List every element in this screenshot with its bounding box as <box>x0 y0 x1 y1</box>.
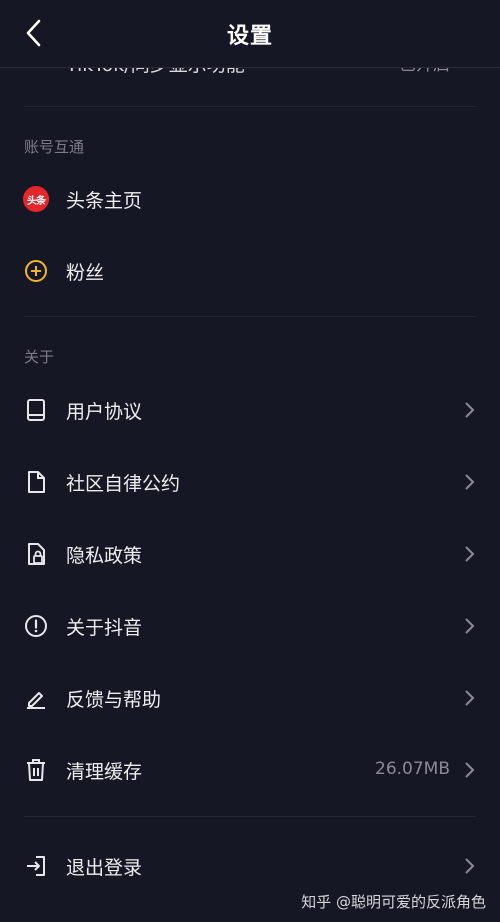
row-label: 退出登录 <box>66 857 143 879</box>
divider <box>24 816 476 817</box>
row-label: 用户协议 <box>66 401 143 423</box>
row-fans[interactable]: 粉丝 <box>0 239 500 303</box>
section-title-account: 账号互通 <box>24 138 85 156</box>
row-label: 头条主页 <box>66 190 143 212</box>
row-user-agreement[interactable]: 用户协议 <box>0 378 500 442</box>
row-clear-cache[interactable]: 清理缓存 26.07MB <box>0 738 500 802</box>
watermark: 知乎 @聪明可爱的反派角色 <box>301 893 486 911</box>
chevron-right-icon <box>465 402 475 418</box>
row-label: 隐私政策 <box>66 545 143 567</box>
toutiao-icon: 头条 <box>22 185 50 213</box>
row-label: 清理缓存 <box>66 761 143 783</box>
top-bar: 设置 <box>0 0 500 68</box>
cache-size: 26.07MB <box>375 759 450 779</box>
row-toutiao-homepage[interactable]: 头条 头条主页 <box>0 167 500 231</box>
row-about-douyin[interactable]: 关于抖音 <box>0 594 500 658</box>
privacy-lock-icon <box>22 540 50 568</box>
pencil-icon <box>22 684 50 712</box>
row-label: 反馈与帮助 <box>66 689 162 711</box>
chevron-right-icon <box>465 474 475 490</box>
row-label: 关于抖音 <box>66 617 143 639</box>
divider <box>24 106 476 107</box>
fans-icon <box>22 257 50 285</box>
row-community-guidelines[interactable]: 社区自律公约 <box>0 450 500 514</box>
row-label: 粉丝 <box>66 262 105 284</box>
book-icon <box>22 396 50 424</box>
chevron-right-icon <box>465 618 475 634</box>
toutiao-badge: 头条 <box>23 186 49 212</box>
logout-icon <box>22 852 50 880</box>
row-feedback-help[interactable]: 反馈与帮助 <box>0 666 500 730</box>
row-label: 社区自律公约 <box>66 473 181 495</box>
chevron-right-icon <box>465 690 475 706</box>
row-privacy-policy[interactable]: 隐私政策 <box>0 522 500 586</box>
chevron-right-icon <box>465 546 475 562</box>
chevron-right-icon <box>465 858 475 874</box>
row-logout[interactable]: 退出登录 <box>0 834 500 898</box>
trash-icon <box>22 756 50 784</box>
page-title: 设置 <box>226 24 273 49</box>
section-title-about: 关于 <box>24 348 55 366</box>
info-icon <box>22 612 50 640</box>
divider <box>24 316 476 317</box>
document-icon <box>22 468 50 496</box>
chevron-right-icon <box>465 762 475 778</box>
